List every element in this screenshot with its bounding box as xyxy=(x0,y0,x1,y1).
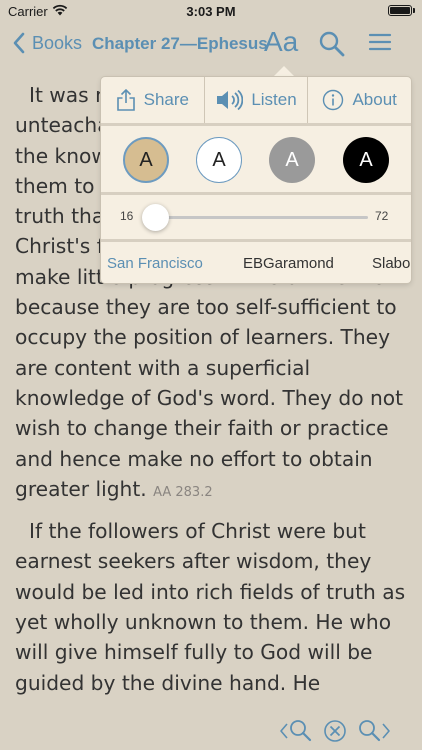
status-bar: Carrier 3:03 PM xyxy=(0,0,422,22)
theme-black-button[interactable]: A xyxy=(343,137,389,183)
font-size-max-label: 72 xyxy=(375,209,389,223)
popover-arrow xyxy=(273,66,295,77)
display-settings-popover: Share Listen About A A A A 16 72 San Fra… xyxy=(101,77,411,283)
paragraph-reference[interactable]: AA 283.2 xyxy=(153,485,213,500)
clear-search-icon[interactable] xyxy=(321,716,349,746)
theme-selector: A A A A xyxy=(101,126,411,192)
search-icon[interactable] xyxy=(318,30,346,58)
speaker-icon xyxy=(217,89,244,111)
about-label: About xyxy=(352,90,397,109)
back-label: Books xyxy=(32,32,83,53)
back-button[interactable]: Books xyxy=(10,30,82,56)
listen-label: Listen xyxy=(251,90,297,109)
theme-gray-button[interactable]: A xyxy=(269,137,315,183)
font-size-slider[interactable] xyxy=(141,204,368,231)
font-family-selector: San Francisco EBGaramond Slabo xyxy=(101,242,411,283)
clock: 3:03 PM xyxy=(186,4,236,19)
share-label: Share xyxy=(143,90,190,109)
search-next-icon[interactable] xyxy=(355,716,393,746)
font-option-san-francisco[interactable]: San Francisco xyxy=(107,255,203,272)
search-previous-icon[interactable] xyxy=(278,716,314,746)
theme-sepia-button[interactable]: A xyxy=(123,137,169,183)
font-settings-button[interactable]: Aa xyxy=(264,26,298,58)
about-button[interactable]: About xyxy=(308,77,411,123)
search-navigation-bar xyxy=(0,712,422,750)
slider-thumb[interactable] xyxy=(141,204,169,231)
paragraph: If the followers of Christ were but earn… xyxy=(15,516,410,698)
chapter-title: Chapter 27—Ephesus xyxy=(92,34,268,53)
battery-icon xyxy=(388,5,415,16)
share-icon xyxy=(116,89,135,111)
share-button[interactable]: Share xyxy=(101,77,205,123)
chevron-left-icon xyxy=(13,32,25,54)
nav-bar: Books Chapter 27—Ephesus Aa xyxy=(0,24,422,64)
hamburger-menu-icon[interactable] xyxy=(368,32,392,52)
font-size-row: 16 72 xyxy=(101,195,411,239)
font-size-min-label: 16 xyxy=(120,209,134,223)
paragraph-text: If the followers of Christ were but earn… xyxy=(15,519,406,695)
theme-white-button[interactable]: A xyxy=(196,137,242,183)
info-icon xyxy=(323,89,344,111)
listen-button[interactable]: Listen xyxy=(205,77,309,123)
font-option-ebgaramond[interactable]: EBGaramond xyxy=(243,255,334,272)
popover-actions: Share Listen About xyxy=(101,77,411,123)
font-option-slabo[interactable]: Slabo xyxy=(372,255,410,272)
